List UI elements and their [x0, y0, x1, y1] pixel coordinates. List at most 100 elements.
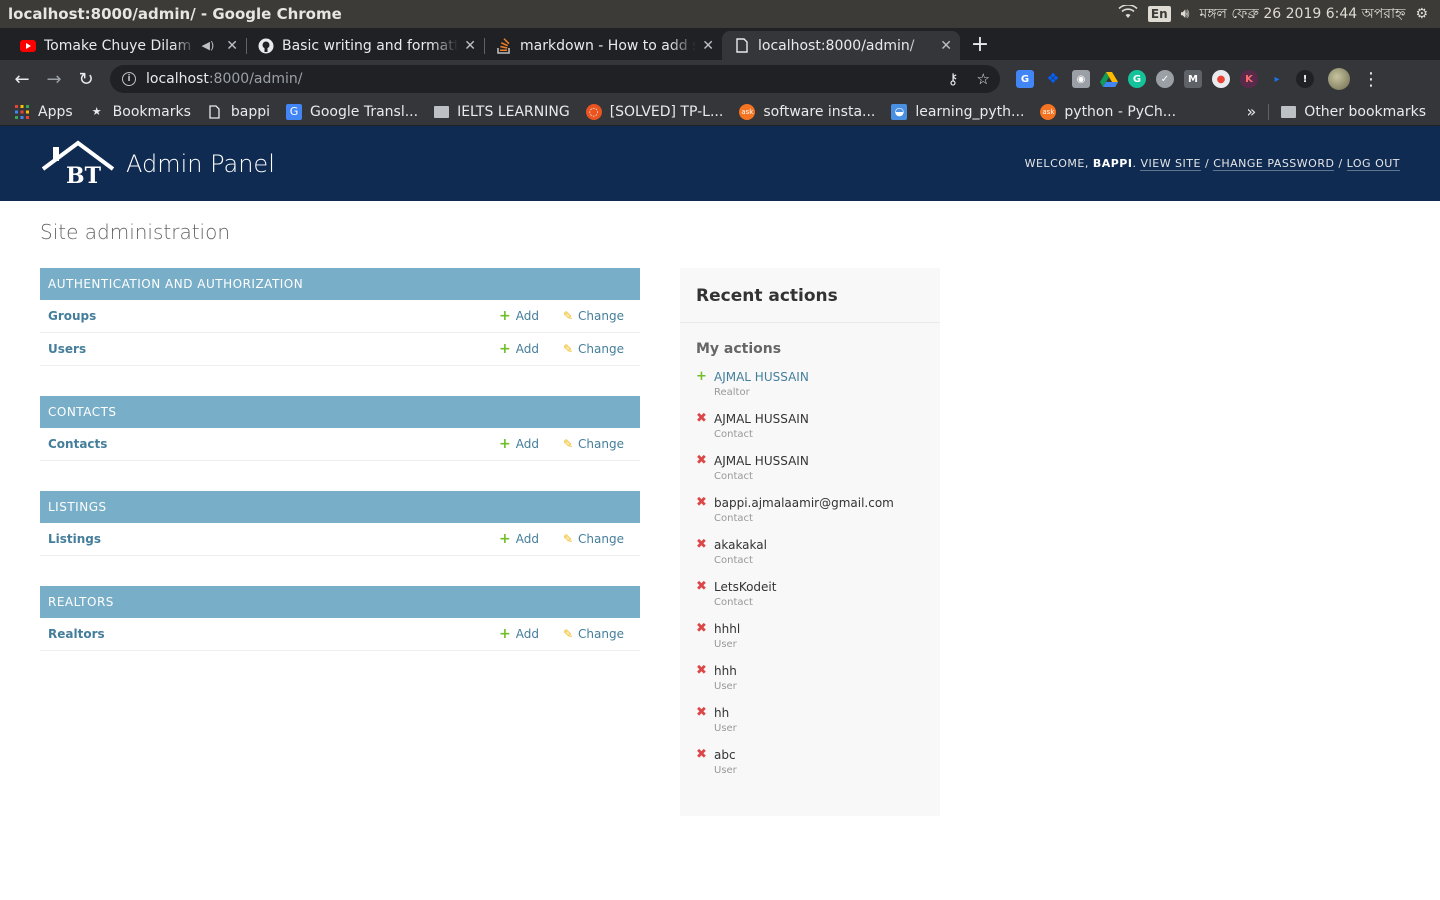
bookmark-solved-tp-link[interactable]: ◌ [SOLVED] TP-L...: [585, 103, 723, 120]
tab-localhost-admin[interactable]: localhost:8000/admin/ ✕: [722, 31, 960, 60]
model-link-users[interactable]: Users: [48, 342, 499, 356]
change-password-link[interactable]: Change password: [1213, 157, 1335, 171]
bookmark-ielts-learning[interactable]: IELTS LEARNING: [434, 104, 570, 120]
forward-button[interactable]: →: [40, 65, 68, 93]
change-label: Change: [578, 627, 624, 641]
reload-button[interactable]: ↻: [72, 65, 100, 93]
url-path: :8000/admin/: [208, 71, 303, 87]
google-translate-extension-icon[interactable]: G: [1016, 70, 1034, 88]
module-caption[interactable]: Contacts: [40, 396, 640, 428]
bookmark-apps[interactable]: Apps: [14, 104, 73, 120]
plus-icon: +: [499, 626, 511, 642]
close-icon[interactable]: ✕: [940, 38, 952, 54]
delete-x-icon: ✖: [696, 411, 707, 426]
wifi-icon[interactable]: [1118, 4, 1138, 23]
gmail-extension-icon[interactable]: M: [1184, 70, 1202, 88]
play-extension-icon[interactable]: ▸: [1268, 70, 1286, 88]
volume-icon[interactable]: 🔊︎: [1181, 6, 1190, 22]
bookmark-label: learning_pyth...: [915, 103, 1025, 120]
plus-icon: +: [499, 308, 511, 324]
module-caption[interactable]: Listings: [40, 491, 640, 523]
settings-gear-icon[interactable]: ⚙: [1415, 6, 1428, 22]
bookmark-software-install[interactable]: ask software insta...: [739, 103, 875, 120]
module-caption[interactable]: Authentication and Authorization: [40, 268, 640, 300]
browser-toolbar: ← → ↻ i localhost:8000/admin/ ⚷ ☆ G ❖ ◉ …: [0, 60, 1440, 98]
add-button[interactable]: + Add: [499, 308, 539, 324]
add-label: Add: [515, 532, 539, 546]
welcome-text: Welcome,: [1024, 157, 1089, 170]
bookmarks-overflow-button[interactable]: »: [1247, 102, 1257, 121]
log-out-link[interactable]: Log out: [1346, 157, 1400, 171]
github-icon: [258, 38, 274, 54]
grammarly-extension-icon[interactable]: G: [1128, 70, 1146, 88]
profile-avatar[interactable]: [1328, 68, 1350, 90]
record-extension-icon[interactable]: ●: [1212, 70, 1230, 88]
tab-stackoverflow[interactable]: markdown - How to add s ✕: [484, 31, 722, 60]
model-link-contacts[interactable]: Contacts: [48, 437, 499, 451]
change-button[interactable]: ✎ Change: [563, 627, 624, 641]
camera-extension-icon[interactable]: ◉: [1072, 70, 1090, 88]
info-icon[interactable]: i: [122, 72, 136, 86]
model-link-listings[interactable]: Listings: [48, 532, 499, 546]
page-title: Site administration: [40, 220, 231, 244]
add-button[interactable]: + Add: [499, 626, 539, 642]
model-link-groups[interactable]: Groups: [48, 309, 499, 323]
action-content-type: User: [714, 681, 737, 692]
action-list: + AJMAL HUSSAIN Realtor ✖ AJMAL HUSSAIN Co…: [680, 369, 940, 789]
bookmark-label: Other bookmarks: [1304, 103, 1426, 120]
bookmark-star-icon[interactable]: ☆: [977, 70, 990, 88]
alert-extension-icon[interactable]: !: [1296, 70, 1314, 88]
close-icon[interactable]: ✕: [464, 38, 476, 54]
list-item: ✖ hhhl User: [696, 621, 924, 663]
change-button[interactable]: ✎ Change: [563, 437, 624, 451]
separator: /: [1338, 157, 1343, 170]
tab-youtube[interactable]: Tomake Chuye Dilam G ◀︎) ✕: [8, 31, 246, 60]
table-row: Users + Add ✎ Change: [40, 333, 640, 366]
close-icon[interactable]: ✕: [702, 38, 714, 54]
delete-x-icon: ✖: [696, 663, 707, 678]
my-actions-title: My actions: [696, 341, 782, 357]
address-bar[interactable]: i localhost:8000/admin/ ⚷ ☆: [110, 65, 1000, 93]
key-icon[interactable]: ⚷: [948, 70, 959, 88]
view-site-link[interactable]: View site: [1140, 157, 1201, 171]
close-icon[interactable]: ✕: [226, 38, 238, 54]
add-button[interactable]: + Add: [499, 531, 539, 547]
tab-github[interactable]: Basic writing and formatti ✕: [246, 31, 484, 60]
keyboard-layout-indicator[interactable]: En: [1147, 6, 1171, 22]
pencil-icon: ✎: [562, 532, 574, 546]
bookmark-google-translate[interactable]: G Google Transl...: [286, 103, 418, 120]
add-button[interactable]: + Add: [499, 341, 539, 357]
action-object-text: abc: [714, 748, 736, 762]
back-button[interactable]: ←: [8, 65, 36, 93]
action-object-link[interactable]: AJMAL HUSSAIN: [714, 369, 809, 385]
site-title[interactable]: Admin Panel: [126, 150, 275, 178]
change-button[interactable]: ✎ Change: [563, 532, 624, 546]
module-caption[interactable]: Realtors: [40, 586, 640, 618]
google-drive-extension-icon[interactable]: [1100, 70, 1118, 88]
clock[interactable]: মঙ্গল ফেব্রু 26 2019 6:44 অপরাহ্ন: [1199, 2, 1405, 26]
dropbox-extension-icon[interactable]: ❖: [1044, 70, 1062, 88]
speaker-icon[interactable]: ◀︎): [202, 39, 215, 52]
action-object-text: AJMAL HUSSAIN: [714, 412, 809, 426]
change-button[interactable]: ✎ Change: [563, 342, 624, 356]
action-object-text: akakakal: [714, 538, 767, 552]
module-auth: Authentication and Authorization Groups …: [40, 268, 640, 366]
k-extension-icon[interactable]: K: [1240, 70, 1258, 88]
bookmark-bookmarks[interactable]: ★ Bookmarks: [89, 104, 191, 120]
new-tab-button[interactable]: +: [966, 30, 994, 58]
change-button[interactable]: ✎ Change: [563, 309, 624, 323]
model-link-realtors[interactable]: Realtors: [48, 627, 499, 641]
bookmark-bappi[interactable]: bappi: [207, 104, 270, 120]
tab-title: markdown - How to add s: [520, 37, 697, 54]
site-branding[interactable]: BT Admin Panel: [40, 139, 275, 189]
app-list: Authentication and Authorization Groups …: [40, 268, 640, 681]
add-button[interactable]: + Add: [499, 436, 539, 452]
pencil-icon: ✎: [562, 437, 574, 451]
bookmark-python-pycharm[interactable]: ask python - PyCh...: [1040, 103, 1176, 120]
pocket-extension-icon[interactable]: ✓: [1156, 70, 1174, 88]
table-row: Realtors + Add ✎ Change: [40, 618, 640, 651]
bookmark-learning-python[interactable]: ◒ learning_pyth...: [891, 103, 1025, 120]
menu-kebab-icon[interactable]: ⋮: [1362, 69, 1380, 90]
tab-title: Tomake Chuye Dilam G: [44, 37, 196, 54]
bookmark-other-bookmarks[interactable]: Other bookmarks: [1281, 104, 1426, 120]
